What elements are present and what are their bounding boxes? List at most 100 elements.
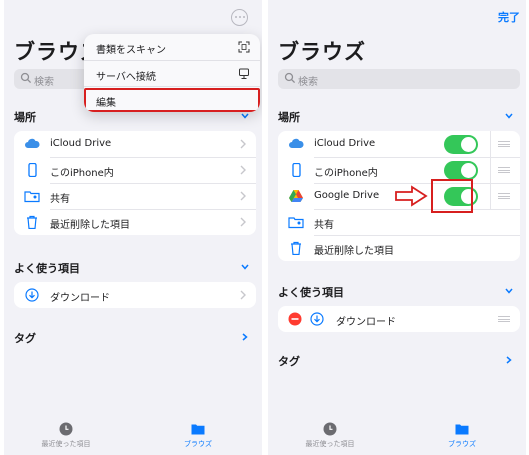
list-item-shared[interactable]: 共有 bbox=[14, 183, 256, 209]
chevron-down-icon bbox=[505, 288, 513, 294]
tab-recents[interactable]: 最近使った項目 bbox=[290, 422, 370, 449]
divider bbox=[490, 131, 491, 157]
section-header-tags[interactable]: タグ bbox=[14, 330, 256, 346]
chevron-down-icon bbox=[241, 264, 249, 270]
list-item-on-iphone[interactable]: このiPhone内 bbox=[14, 157, 256, 183]
section-title: 場所 bbox=[278, 111, 300, 124]
chevron-right-icon bbox=[506, 356, 512, 364]
list-item-icloud-drive[interactable]: iCloud Drive bbox=[278, 131, 520, 157]
tab-browse[interactable]: ブラウズ bbox=[158, 422, 238, 449]
menu-item-connect-server[interactable]: サーバへ接続 bbox=[84, 60, 260, 86]
reorder-handle-icon[interactable] bbox=[498, 316, 510, 322]
list-item-label: このiPhone内 bbox=[314, 168, 378, 179]
folder-icon bbox=[191, 424, 205, 435]
chevron-right-icon bbox=[240, 139, 246, 149]
list-item-label: ダウンロード bbox=[50, 293, 110, 304]
list-item-label: Google Drive bbox=[314, 190, 380, 201]
cloud-icon bbox=[25, 138, 40, 148]
left-screen: ブラウズ 検索 場所 iCloud Drive このiPhone内 共有 最近削… bbox=[4, 0, 262, 455]
list-item-label: 最近削除した項目 bbox=[50, 220, 130, 231]
tab-recents[interactable]: 最近使った項目 bbox=[26, 422, 106, 449]
list-item-label: iCloud Drive bbox=[50, 138, 112, 149]
iphone-icon bbox=[292, 163, 301, 177]
tab-label: 最近使った項目 bbox=[305, 440, 355, 448]
favorites-list: ダウンロード bbox=[14, 282, 256, 308]
section-title: 場所 bbox=[14, 111, 36, 124]
page-title: ブラウズ bbox=[278, 40, 366, 64]
divider bbox=[490, 157, 491, 183]
chevron-right-icon bbox=[240, 165, 246, 175]
delete-icon[interactable] bbox=[288, 312, 302, 326]
section-title: タグ bbox=[14, 332, 36, 345]
shared-folder-icon bbox=[24, 191, 40, 203]
trash-icon bbox=[291, 241, 301, 255]
section-header-favorites[interactable]: よく使う項目 bbox=[14, 260, 256, 276]
section-header-tags[interactable]: タグ bbox=[278, 353, 520, 369]
monitor-icon bbox=[239, 68, 249, 79]
list-item-label: iCloud Drive bbox=[314, 138, 376, 149]
section-title: タグ bbox=[278, 355, 300, 368]
chevron-down-icon bbox=[505, 113, 513, 119]
section-header-places[interactable]: 場所 bbox=[278, 109, 520, 125]
clock-icon bbox=[59, 422, 73, 436]
search-icon bbox=[20, 72, 32, 84]
tab-label: ブラウズ bbox=[448, 440, 476, 448]
download-icon bbox=[310, 312, 324, 326]
section-title: よく使う項目 bbox=[14, 262, 80, 275]
toggle-knob bbox=[461, 137, 476, 152]
trash-icon bbox=[27, 215, 37, 229]
tab-browse[interactable]: ブラウズ bbox=[422, 422, 502, 449]
options-menu: 書類をスキャン サーバへ接続 編集 bbox=[84, 34, 260, 112]
list-item-label: ダウンロード bbox=[336, 317, 396, 328]
chevron-down-icon bbox=[241, 113, 249, 119]
divider bbox=[490, 183, 491, 209]
list-item-recently-deleted[interactable]: 最近削除した項目 bbox=[278, 235, 520, 261]
done-button[interactable]: 完了 bbox=[498, 9, 520, 25]
list-item-label: 共有 bbox=[50, 194, 70, 205]
chevron-right-icon bbox=[242, 333, 248, 341]
menu-item-scan-documents[interactable]: 書類をスキャン bbox=[84, 34, 260, 60]
section-title: よく使う項目 bbox=[278, 286, 344, 299]
search-icon bbox=[284, 72, 296, 84]
red-arrow-annotation bbox=[395, 185, 428, 207]
list-item-downloads[interactable]: ダウンロード bbox=[14, 282, 256, 308]
tab-label: ブラウズ bbox=[184, 440, 212, 448]
search-field[interactable]: 検索 bbox=[278, 69, 520, 89]
chevron-right-icon bbox=[240, 191, 246, 201]
toggle-knob bbox=[461, 163, 476, 178]
list-item-label: 共有 bbox=[314, 220, 334, 231]
more-options-button[interactable] bbox=[231, 9, 248, 26]
list-item-label: 最近削除した項目 bbox=[314, 246, 394, 257]
shared-folder-icon bbox=[288, 217, 304, 229]
reorder-handle-icon[interactable] bbox=[498, 193, 510, 199]
cloud-icon bbox=[289, 138, 304, 148]
google-drive-icon bbox=[289, 190, 303, 202]
highlight-box bbox=[431, 179, 473, 213]
icloud-drive-toggle[interactable] bbox=[444, 135, 478, 154]
list-item-icloud-drive[interactable]: iCloud Drive bbox=[14, 131, 256, 157]
menu-item-label: 書類をスキャン bbox=[96, 45, 166, 56]
list-item-recently-deleted[interactable]: 最近削除した項目 bbox=[14, 209, 256, 235]
clock-icon bbox=[323, 422, 337, 436]
reorder-handle-icon[interactable] bbox=[498, 167, 510, 173]
section-header-favorites[interactable]: よく使う項目 bbox=[278, 284, 520, 300]
chevron-right-icon bbox=[240, 290, 246, 300]
list-item-downloads[interactable]: ダウンロード bbox=[278, 306, 520, 332]
list-item-label: このiPhone内 bbox=[50, 168, 114, 179]
search-placeholder: 検索 bbox=[34, 77, 54, 88]
search-placeholder: 検索 bbox=[298, 77, 318, 88]
download-icon bbox=[25, 288, 39, 302]
menu-item-label: サーバへ接続 bbox=[96, 72, 156, 83]
chevron-right-icon bbox=[240, 217, 246, 227]
highlight-box bbox=[84, 88, 260, 112]
on-iphone-toggle[interactable] bbox=[444, 161, 478, 180]
list-item-shared[interactable]: 共有 bbox=[278, 209, 520, 235]
places-list: iCloud Drive このiPhone内 共有 最近削除した項目 bbox=[14, 131, 256, 235]
list-item-on-iphone[interactable]: このiPhone内 bbox=[278, 157, 520, 183]
reorder-handle-icon[interactable] bbox=[498, 141, 510, 147]
folder-icon bbox=[455, 424, 469, 435]
iphone-icon bbox=[28, 163, 37, 177]
scan-icon bbox=[238, 41, 250, 53]
tab-label: 最近使った項目 bbox=[41, 440, 91, 448]
favorites-list: ダウンロード bbox=[278, 306, 520, 332]
